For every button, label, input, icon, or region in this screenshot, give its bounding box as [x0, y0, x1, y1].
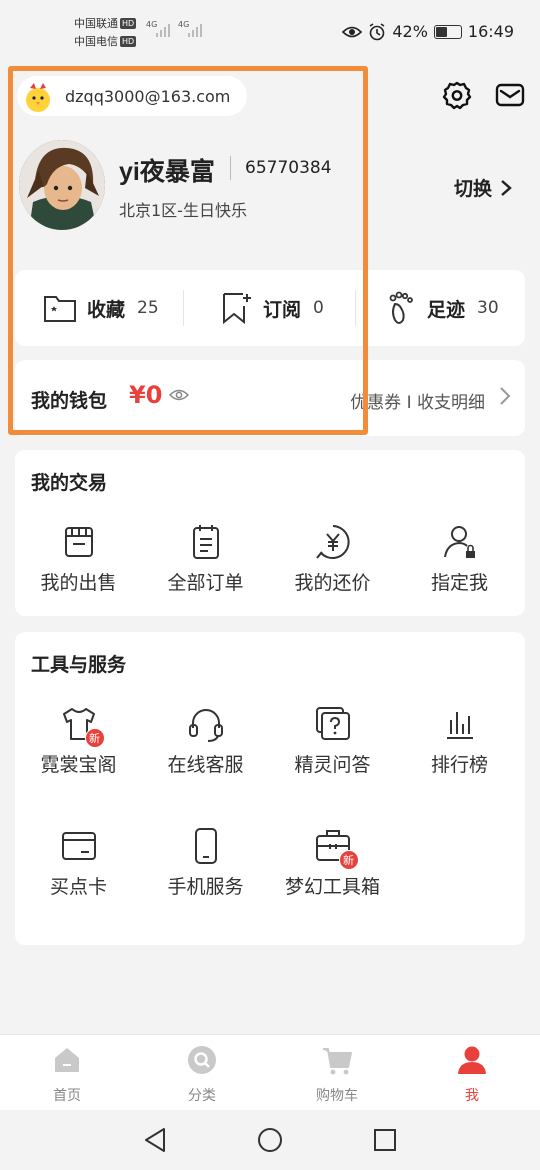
subscribe-button[interactable]: 订阅 0 [221, 270, 324, 346]
search-icon [188, 1046, 216, 1074]
toolbox-button[interactable]: 新 梦幻工具箱 [269, 826, 396, 899]
footprint-label: 足迹 [427, 298, 466, 321]
shop-icon [64, 527, 93, 557]
mobile-service-button[interactable]: 手机服务 [142, 826, 269, 899]
grid-label: 买点卡 [49, 876, 107, 898]
battery-level: 42% [392, 22, 428, 41]
system-navigation-bar [0, 1110, 540, 1170]
grid-label: 指定我 [430, 572, 488, 594]
chick-avatar-icon [26, 83, 50, 112]
grid-label: 全部订单 [167, 572, 244, 594]
designated-me-button[interactable]: 指定我 [396, 522, 523, 595]
card-icon [61, 832, 96, 860]
grid-label: 梦幻工具箱 [284, 876, 380, 898]
stats-card: 收藏 25 订阅 0 足迹 30 [15, 270, 525, 346]
toggle-balance-eye-icon[interactable] [169, 388, 189, 402]
chevron-right-icon [500, 387, 511, 405]
tab-me[interactable]: 我 [422, 1045, 522, 1105]
user-id: 65770384 [245, 158, 332, 178]
favorites-label: 收藏 [87, 298, 126, 321]
wallet-balance: ¥0 [129, 381, 163, 409]
stat-divider [355, 290, 356, 326]
grid-label: 在线客服 [167, 754, 244, 776]
tools-section-title: 工具与服务 [31, 654, 127, 676]
eye-icon [342, 26, 363, 37]
user-icon [458, 1046, 486, 1074]
tools-services-card: 工具与服务 新 霓裳宝阁 在线客服 精灵问答 排行榜 买点卡 手机服务 新 梦幻… [15, 632, 525, 945]
home-circle-icon[interactable] [257, 1126, 283, 1154]
my-counteroffers-button[interactable]: 我的还价 [269, 522, 396, 595]
my-trade-card: 我的交易 我的出售 全部订单 我的还价 指定我 [15, 450, 525, 616]
grid-label: 霓裳宝阁 [40, 754, 117, 776]
trade-section-title: 我的交易 [31, 472, 108, 494]
tab-label: 我 [465, 1088, 479, 1104]
switch-label: 切换 [453, 178, 492, 200]
server-name: 北京1区-生日快乐 [119, 201, 247, 220]
carrier-2: 中国电信 HD [74, 35, 137, 48]
new-badge: 新 [338, 850, 359, 870]
back-icon[interactable] [142, 1126, 168, 1154]
wallet-title: 我的钱包 [31, 390, 108, 412]
buy-point-card-button[interactable]: 买点卡 [15, 826, 142, 899]
wallet-links[interactable]: 优惠券 I 收支明细 [350, 388, 485, 413]
message-mail-icon[interactable] [495, 80, 525, 110]
order-list-icon [192, 525, 219, 559]
battery-icon [433, 24, 462, 39]
favorites-button[interactable]: 收藏 25 [43, 270, 159, 346]
bookmark-plus-icon [223, 293, 251, 325]
question-icon [315, 707, 350, 740]
wardrobe-button[interactable]: 新 霓裳宝阁 [15, 704, 142, 777]
user-lock-icon [443, 526, 475, 558]
headset-icon [188, 709, 223, 742]
grid-label: 精灵问答 [294, 754, 371, 776]
tab-label: 购物车 [316, 1088, 358, 1104]
grid-label: 排行榜 [430, 754, 488, 776]
footprint-icon [389, 291, 413, 324]
username-divider [230, 156, 231, 180]
grid-label: 我的出售 [40, 572, 117, 594]
yen-icon [315, 525, 350, 559]
subscribe-count: 0 [313, 298, 324, 318]
grid-label: 我的还价 [294, 572, 371, 594]
signal-bars-icon [156, 24, 170, 37]
bottom-tab-bar: 首页 分类 购物车 我 [0, 1034, 540, 1110]
alarm-icon [369, 22, 385, 40]
sprite-qa-button[interactable]: 精灵问答 [269, 704, 396, 777]
favorites-count: 25 [137, 298, 159, 318]
tab-category[interactable]: 分类 [152, 1045, 252, 1105]
ranking-icon [446, 712, 473, 739]
username: yi夜暴富 [119, 158, 215, 186]
wallet-card[interactable]: 我的钱包 ¥0 优惠券 I 收支明细 [15, 360, 525, 436]
account-email: dzqq3000@163.com [65, 87, 231, 106]
grid-label: 手机服务 [167, 876, 244, 898]
account-switch-pill[interactable]: dzqq3000@163.com [17, 76, 247, 116]
all-orders-button[interactable]: 全部订单 [142, 522, 269, 595]
subscribe-label: 订阅 [263, 298, 302, 321]
phone-icon [194, 828, 217, 864]
tab-label: 首页 [53, 1088, 81, 1104]
stat-divider [183, 290, 184, 326]
switch-role-button[interactable]: 切换 [454, 174, 512, 201]
online-support-button[interactable]: 在线客服 [142, 704, 269, 777]
footprint-button[interactable]: 足迹 30 [385, 270, 499, 346]
recent-apps-icon[interactable] [372, 1126, 398, 1154]
avatar[interactable] [19, 140, 105, 230]
clock: 16:49 [467, 22, 514, 41]
footprint-count: 30 [477, 298, 499, 318]
settings-gear-icon[interactable] [442, 80, 472, 110]
tab-cart[interactable]: 购物车 [287, 1045, 387, 1105]
chevron-right-icon [501, 179, 512, 196]
tab-home[interactable]: 首页 [17, 1045, 117, 1105]
signal-bars-icon [188, 24, 202, 37]
leaderboard-button[interactable]: 排行榜 [396, 704, 523, 777]
new-badge: 新 [84, 728, 105, 748]
home-icon [55, 1048, 79, 1072]
tab-label: 分类 [188, 1088, 216, 1104]
carrier-1: 中国联通 HD [74, 17, 137, 30]
my-sales-button[interactable]: 我的出售 [15, 522, 142, 595]
status-bar: 中国联通 HD 中国电信 HD 4G 4G 42% 16:49 [0, 0, 540, 62]
cart-icon [323, 1048, 352, 1075]
folder-star-icon [44, 296, 76, 322]
